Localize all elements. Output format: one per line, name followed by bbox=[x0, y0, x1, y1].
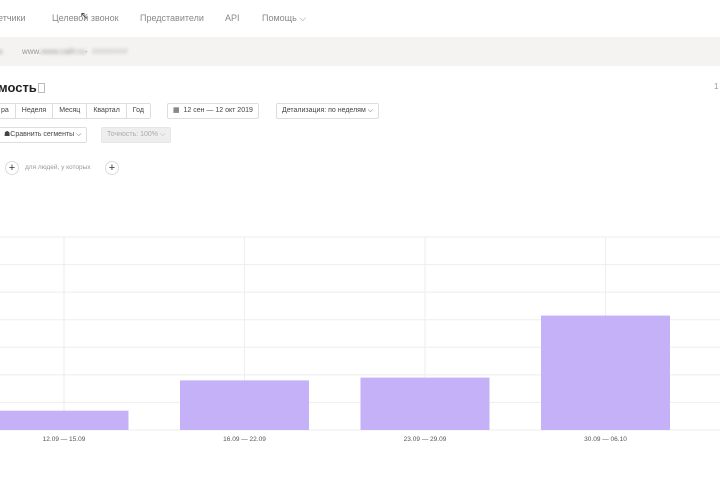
x-tick-label: 16.09 — 22.09 bbox=[223, 436, 266, 443]
bar bbox=[541, 315, 670, 430]
bar-chart: 12.09 — 15.09 16.09 — 22.09 23.09 — 29.09 3… bbox=[0, 236, 720, 443]
bar bbox=[0, 410, 129, 430]
x-tick-label: 23.09 — 29.09 bbox=[404, 436, 447, 443]
bar bbox=[180, 380, 309, 430]
x-tick-label: 12.09 — 15.09 bbox=[43, 436, 86, 443]
bar bbox=[360, 377, 490, 430]
x-tick-label: 30.09 — 06.10 bbox=[584, 436, 627, 443]
